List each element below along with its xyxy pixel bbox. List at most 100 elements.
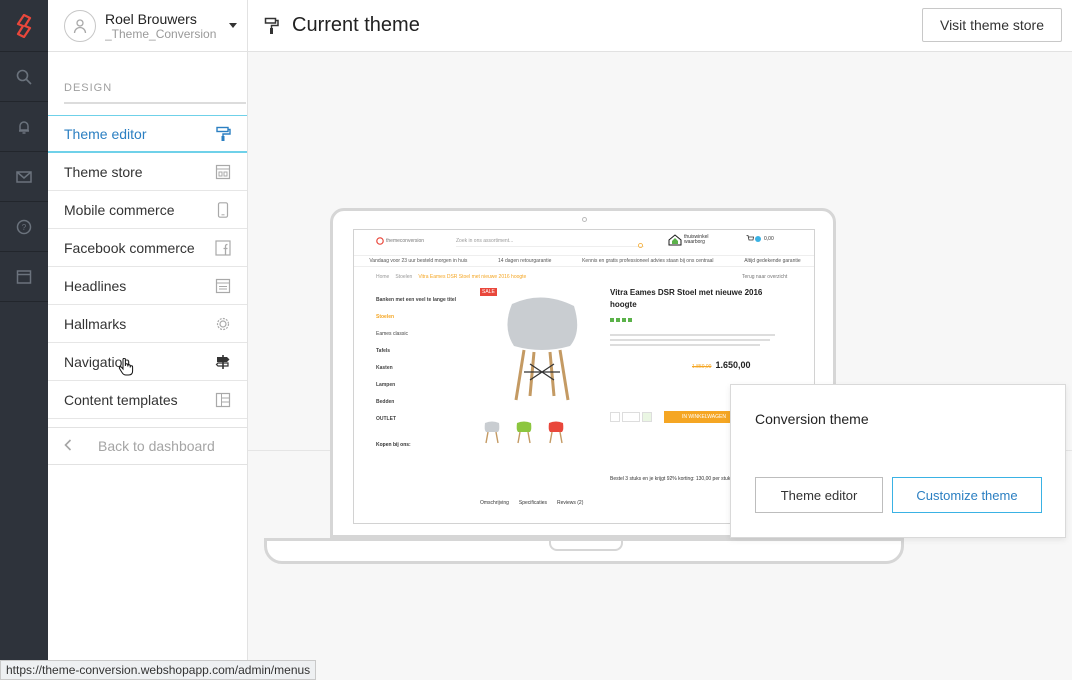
- page-header: Current theme Visit theme store: [248, 0, 1072, 52]
- thumbnail-strip: [482, 420, 566, 444]
- laptop-base: [264, 538, 904, 564]
- hand-cursor-icon: [118, 358, 134, 376]
- customize-theme-button[interactable]: Customize theme: [892, 477, 1042, 513]
- notifications-bell-icon[interactable]: [0, 102, 48, 152]
- theme-logo-icon: [376, 237, 384, 245]
- sidebar-item-label: Hallmarks: [64, 315, 127, 332]
- theme-actions-popover: Conversion theme Theme editor Customize …: [730, 384, 1066, 538]
- headlines-icon: [215, 278, 231, 294]
- theme-preview-area: themeconversion Zoek in ons assortiment.…: [248, 52, 1072, 680]
- shop-at-title: Kopen bij ons:: [376, 442, 411, 448]
- help-icon[interactable]: ?: [0, 202, 48, 252]
- shop-name: _Theme_Conversion: [105, 26, 217, 41]
- user-switcher[interactable]: Roel Brouwers _Theme_Conversion: [48, 0, 247, 52]
- sidebar-item-label: Facebook commerce: [64, 239, 195, 256]
- visit-theme-store-button[interactable]: Visit theme store: [921, 8, 1062, 42]
- app-rail: ?: [0, 0, 48, 680]
- preview-search-field: Zoek in ons assortiment...: [456, 238, 644, 247]
- template-icon: [215, 392, 231, 408]
- lightspeed-logo-icon[interactable]: [0, 0, 48, 52]
- breadcrumb-item: Home: [376, 274, 390, 280]
- sidebar-item-mobile-commerce[interactable]: Mobile commerce: [48, 191, 247, 229]
- star-icon: [622, 318, 626, 322]
- sidebar-item-label: Headlines: [64, 277, 127, 294]
- preview-breadcrumb: Home Stoelen Vitra Eames DSR Stoel met n…: [376, 274, 526, 280]
- thumbnail-red-chair[interactable]: [546, 420, 566, 444]
- product-tabs: Omschrijving Specificaties Reviews (2): [480, 500, 583, 506]
- store-icon: [215, 164, 231, 180]
- category-list: Banken met een veel te lange titel Stoel…: [376, 292, 464, 428]
- cart-icon: [746, 235, 754, 241]
- sidebar-item-label: Content templates: [64, 391, 178, 408]
- chair-image: [507, 297, 578, 401]
- design-window-icon[interactable]: [0, 252, 48, 302]
- tab-reviews[interactable]: Reviews (2): [557, 500, 583, 506]
- theme-editor-button[interactable]: Theme editor: [755, 477, 883, 513]
- usp-item: Altijd gedekende garantie: [744, 258, 801, 264]
- avatar-icon: [64, 9, 96, 42]
- product-description: [610, 334, 780, 346]
- breadcrumb-item: Stoelen: [395, 274, 413, 280]
- category-item: Kasten: [376, 365, 393, 371]
- category-item: Stoelen: [376, 314, 395, 320]
- back-to-dashboard-link[interactable]: Back to dashboard: [48, 427, 247, 465]
- sidebar-item-headlines[interactable]: Headlines: [48, 267, 247, 305]
- category-item: Banken met een veel te lange titel: [376, 297, 457, 303]
- thumbnail-green-chair[interactable]: [514, 420, 534, 444]
- sidebar-item-label: Theme editor: [64, 125, 147, 142]
- theme-logo: themeconversion: [386, 238, 425, 244]
- category-item: Lampen: [376, 382, 396, 388]
- search-icon: [638, 236, 644, 254]
- sidebar-item-theme-editor[interactable]: Theme editor: [48, 115, 247, 153]
- search-icon[interactable]: [0, 52, 48, 102]
- section-title: DESIGN: [64, 82, 246, 104]
- star-icon: [628, 318, 632, 322]
- rating-stars: [610, 318, 632, 322]
- tab-specifications[interactable]: Specificaties: [519, 500, 547, 506]
- thuiswinkel-badge: thuiswinkel waarborg: [684, 234, 709, 245]
- sidebar-item-label: Mobile commerce: [64, 201, 175, 218]
- mobile-icon: [215, 201, 231, 218]
- cart-count-badge: [755, 235, 761, 242]
- sidebar: Roel Brouwers _Theme_Conversion DESIGN T…: [48, 0, 248, 680]
- cart-total: 0,00: [764, 235, 774, 242]
- usp-item: Vandaag voor 23 uur besteld morgen in hu…: [369, 258, 468, 264]
- star-icon: [610, 318, 614, 322]
- thumbnail-grey-chair[interactable]: [482, 420, 502, 444]
- tab-description[interactable]: Omschrijving: [480, 500, 509, 506]
- browser-status-url: https://theme-conversion.webshopapp.com/…: [0, 660, 317, 680]
- breadcrumb-item: Vitra Eames DSR Stoel met nieuwe 2016 ho…: [418, 274, 527, 280]
- sidebar-item-navigation[interactable]: Navigation: [48, 343, 247, 381]
- sidebar-item-theme-store[interactable]: Theme store: [48, 153, 247, 191]
- sidebar-item-hallmarks[interactable]: Hallmarks: [48, 305, 247, 343]
- popover-title: Conversion theme: [755, 411, 869, 427]
- paint-roller-icon: [264, 17, 280, 35]
- usp-item: 14 dagen retourgarantie: [498, 258, 552, 264]
- messages-icon[interactable]: [0, 152, 48, 202]
- facebook-icon: [215, 239, 231, 256]
- category-item: Tafels: [376, 348, 391, 354]
- category-item: Eames classic: [376, 331, 408, 337]
- sidebar-item-facebook-commerce[interactable]: Facebook commerce: [48, 229, 247, 267]
- category-item: Bedden: [376, 399, 395, 405]
- usp-item: Kennis en gratis professioneel advies st…: [582, 258, 714, 264]
- star-icon: [616, 318, 620, 322]
- back-to-overview-link: Terug naar overzicht: [742, 274, 788, 280]
- chevron-down-icon[interactable]: [229, 23, 237, 28]
- product-price: 1.650,00: [715, 360, 751, 370]
- hallmark-badge-icon: [215, 316, 231, 332]
- quantity-stepper[interactable]: [610, 412, 652, 422]
- svg-text:?: ?: [22, 223, 27, 232]
- webshop-keurmerk-icon: [668, 234, 682, 246]
- page-title: Current theme: [292, 14, 420, 36]
- design-menu: Theme editor Theme store Mobile commerce…: [48, 115, 247, 419]
- usp-bar: Vandaag voor 23 uur besteld morgen in hu…: [354, 255, 814, 267]
- sidebar-item-label: Theme store: [64, 163, 143, 180]
- camera-icon: [582, 217, 587, 222]
- back-label: Back to dashboard: [98, 438, 215, 454]
- user-name: Roel Brouwers: [105, 10, 197, 27]
- signpost-icon: [215, 354, 231, 370]
- sidebar-item-content-templates[interactable]: Content templates: [48, 381, 247, 419]
- divider: [248, 450, 330, 451]
- paint-roller-icon: [215, 126, 231, 142]
